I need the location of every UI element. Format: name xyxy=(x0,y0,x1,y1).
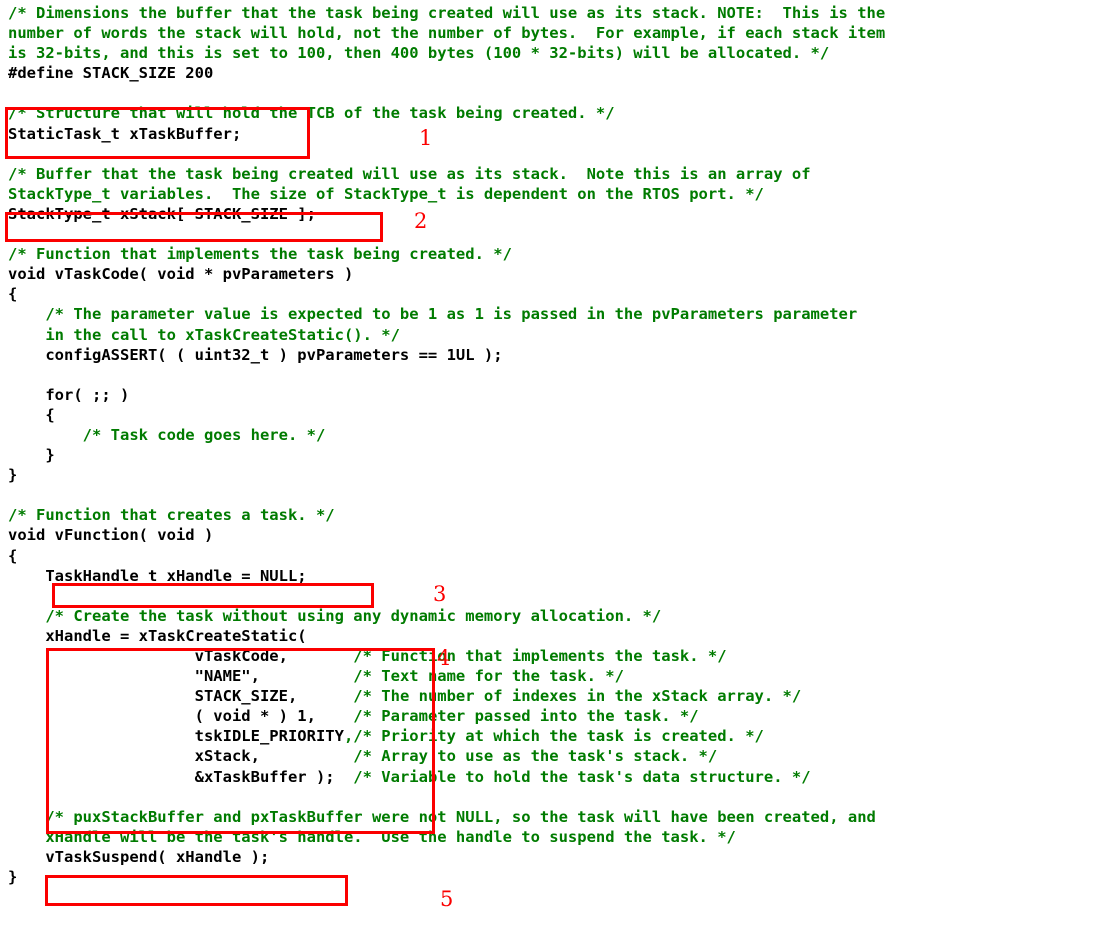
code-line: /* Function that creates a task. */ xyxy=(8,506,335,525)
code-line: StackType_t variables. The size of Stack… xyxy=(8,184,764,203)
code-line: /* Task code goes here. */ xyxy=(8,425,326,444)
code-line: void vFunction( void ) xyxy=(8,526,214,545)
code-line: configASSERT( ( uint32_t ) pvParameters … xyxy=(8,345,503,364)
annotation-number-1: 1 xyxy=(419,126,433,150)
code-line: number of words the stack will hold, not… xyxy=(8,24,886,43)
annotation-number-3: 3 xyxy=(433,582,447,606)
annotation-number-4: 4 xyxy=(437,646,451,670)
annotation-box-1[interactable] xyxy=(5,107,310,159)
code-line: xHandle = xTaskCreateStatic( xyxy=(8,626,307,645)
annotation-number-2: 2 xyxy=(414,209,428,233)
annotation-number-5: 5 xyxy=(440,887,454,911)
code-line: #define STACK_SIZE 200 xyxy=(8,64,214,83)
annotation-box-3[interactable] xyxy=(52,583,374,608)
code-line: /* Dimensions the buffer that the task b… xyxy=(8,4,886,22)
code-line: /* Function that implements the task bei… xyxy=(8,245,512,264)
code-line: { xyxy=(8,285,18,304)
code-screenshot-page: /* Dimensions the buffer that the task b… xyxy=(0,0,1106,930)
code-line: { xyxy=(8,546,18,565)
code-line: } xyxy=(8,446,55,465)
code-line: vTaskSuspend( xHandle ); xyxy=(8,847,270,866)
code-line: } xyxy=(8,466,18,485)
code-line: { xyxy=(8,405,55,424)
annotation-box-5[interactable] xyxy=(45,875,348,906)
code-line: in the call to xTaskCreateStatic(). */ xyxy=(8,325,400,344)
code-line: void vTaskCode( void * pvParameters ) xyxy=(8,265,354,284)
code-line: /* Create the task without using any dyn… xyxy=(8,606,662,625)
annotation-box-2[interactable] xyxy=(5,212,383,242)
code-line: /* Buffer that the task being created wi… xyxy=(8,164,811,183)
code-line: is 32-bits, and this is set to 100, then… xyxy=(8,44,830,63)
code-line: /* The parameter value is expected to be… xyxy=(8,305,858,324)
annotation-box-4[interactable] xyxy=(46,648,435,834)
code-line: for( ;; ) xyxy=(8,385,130,404)
